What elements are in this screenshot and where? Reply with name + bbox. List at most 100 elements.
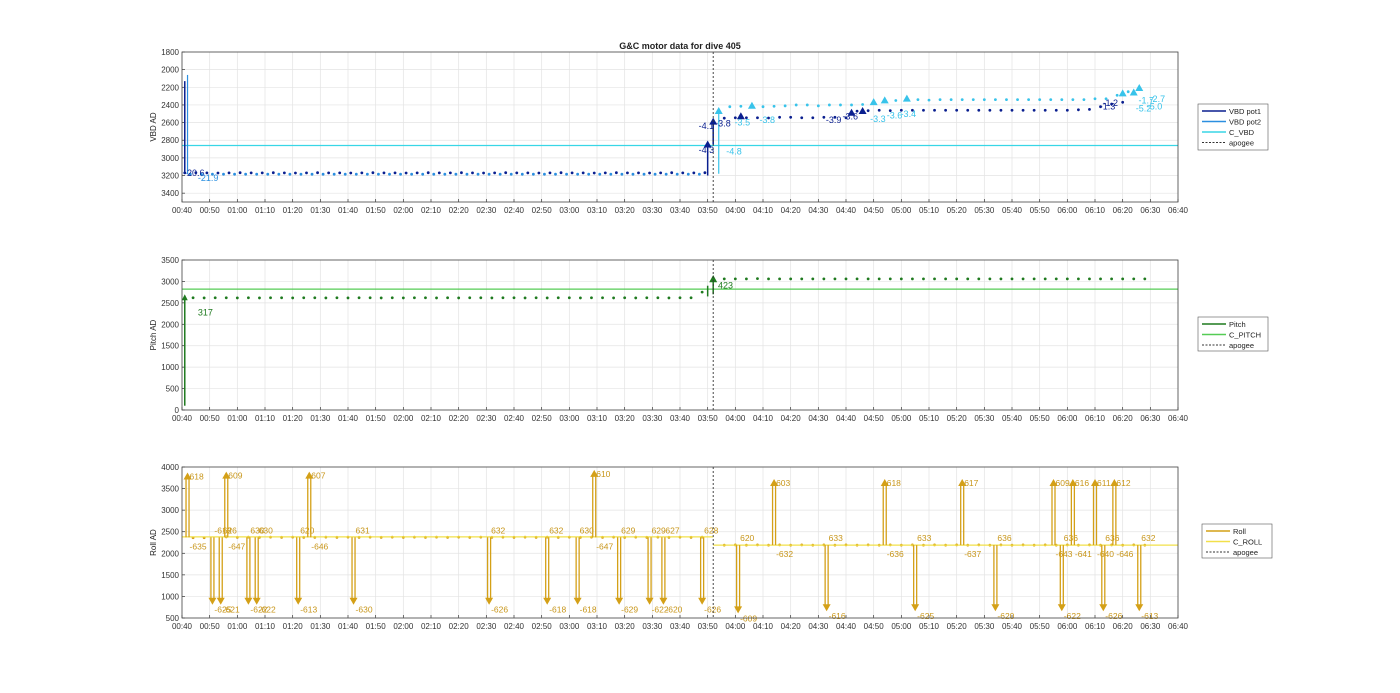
data-point xyxy=(678,296,682,300)
roll-event-label: -646 xyxy=(311,541,328,551)
roll-event-label: -622 xyxy=(1064,611,1081,621)
data-annotation: -4.1 xyxy=(699,121,715,131)
x-tick-label: 04:20 xyxy=(781,414,802,423)
data-point xyxy=(648,171,651,175)
data-point xyxy=(659,171,663,175)
x-tick-label: 03:00 xyxy=(559,206,580,215)
roll-event-label: 609 xyxy=(228,471,242,481)
data-point xyxy=(554,172,557,176)
data-point xyxy=(637,171,640,175)
data-point xyxy=(324,296,328,300)
y-tick-label: 1000 xyxy=(161,363,179,372)
data-point xyxy=(988,108,992,112)
data-point xyxy=(772,104,776,108)
data-point xyxy=(1065,277,1069,281)
x-tick-label: 06:40 xyxy=(1168,206,1189,215)
x-tick-label: 03:10 xyxy=(587,622,608,631)
y-tick-label: 3000 xyxy=(161,277,179,286)
data-point xyxy=(490,296,494,300)
data-point xyxy=(579,296,582,300)
x-tick-label: 01:40 xyxy=(338,414,359,423)
roll-event-label: 618 xyxy=(887,478,901,488)
data-point xyxy=(844,277,848,281)
x-tick-label: 05:30 xyxy=(974,414,995,423)
x-tick-label: 05:50 xyxy=(1030,206,1051,215)
data-point xyxy=(933,108,936,112)
data-point xyxy=(1115,93,1119,97)
data-point xyxy=(626,171,629,175)
x-tick-label: 03:30 xyxy=(642,414,663,423)
roll-event-label: -637 xyxy=(964,549,981,559)
x-tick-label: 06:40 xyxy=(1168,622,1189,631)
x-tick-label: 01:20 xyxy=(283,414,304,423)
legend-label: apogee xyxy=(1229,138,1254,147)
x-tick-label: 03:20 xyxy=(615,622,636,631)
data-point xyxy=(316,171,319,175)
x-tick-label: 01:00 xyxy=(227,414,248,423)
data-annotation: -3.6 xyxy=(842,111,858,121)
roll-event-label: 607 xyxy=(311,471,325,481)
x-tick-label: 05:10 xyxy=(919,622,940,631)
roll-event-label: -613 xyxy=(1141,611,1158,621)
roll-event-label: -640 xyxy=(1097,549,1114,559)
data-point xyxy=(448,171,452,175)
data-point xyxy=(1143,277,1147,281)
data-annotation: 317 xyxy=(198,307,213,317)
roll-event-label: 629 xyxy=(621,525,635,535)
data-point xyxy=(811,116,815,120)
pitch-panel: 00:40 00:50 01:00 01:10 01:20 01:30 01:40 01:50… xyxy=(149,256,1269,423)
data-point xyxy=(1032,108,1036,112)
y-axis-label: VBD AD xyxy=(149,112,158,142)
x-tick-label: 01:20 xyxy=(283,206,304,215)
data-annotation: -3.8 xyxy=(715,118,731,128)
data-point xyxy=(697,172,701,176)
data-point xyxy=(866,277,870,281)
data-point xyxy=(460,171,463,175)
data-point xyxy=(855,277,859,281)
data-point xyxy=(1054,108,1058,112)
y-tick-label: 0 xyxy=(175,406,180,415)
x-tick-label: 03:20 xyxy=(615,414,636,423)
x-tick-label: 02:50 xyxy=(532,206,553,215)
data-point xyxy=(487,172,491,176)
x-tick-label: 06:10 xyxy=(1085,206,1106,215)
roll-event-label: 631 xyxy=(356,525,370,535)
data-point xyxy=(501,296,505,300)
roll-event-label: -622 xyxy=(259,605,276,615)
data-point xyxy=(839,103,842,107)
roll-event-label: -620 xyxy=(665,605,682,615)
data-point xyxy=(653,172,657,176)
x-tick-label: 04:30 xyxy=(808,414,829,423)
data-point xyxy=(756,277,759,281)
data-point xyxy=(700,290,704,294)
y-tick-label: 1500 xyxy=(161,571,179,580)
data-point xyxy=(531,172,535,176)
data-point xyxy=(1043,108,1047,112)
y-tick-label: 2800 xyxy=(161,136,179,145)
data-point xyxy=(581,171,585,175)
data-annotation: -1.3 xyxy=(1100,102,1116,112)
x-tick-label: 00:40 xyxy=(172,622,193,631)
data-point xyxy=(426,171,430,175)
data-point xyxy=(927,98,931,102)
roll-event-label: 617 xyxy=(964,478,978,488)
data-point xyxy=(437,171,441,175)
x-tick-label: 05:10 xyxy=(919,206,940,215)
data-annotation: -3.4 xyxy=(901,109,917,119)
roll-event-label: -626 xyxy=(491,605,508,615)
x-tick-label: 05:40 xyxy=(1002,206,1023,215)
data-point xyxy=(227,171,231,175)
legend: VBD pot1VBD pot2 C_VBDapogee xyxy=(1197,103,1269,151)
data-point xyxy=(1065,108,1069,112)
data-point xyxy=(288,172,292,176)
x-tick-label: 02:30 xyxy=(476,414,497,423)
x-tick-label: 05:00 xyxy=(891,622,912,631)
y-tick-label: 2400 xyxy=(161,101,179,110)
x-tick-label: 04:40 xyxy=(836,622,857,631)
data-point xyxy=(656,296,660,300)
data-point xyxy=(1049,98,1053,102)
data-point xyxy=(634,296,638,300)
data-annotation: -21.9 xyxy=(198,173,219,183)
roll-event-label: 632 xyxy=(549,525,563,535)
roll-event-label: 628 xyxy=(704,525,718,535)
